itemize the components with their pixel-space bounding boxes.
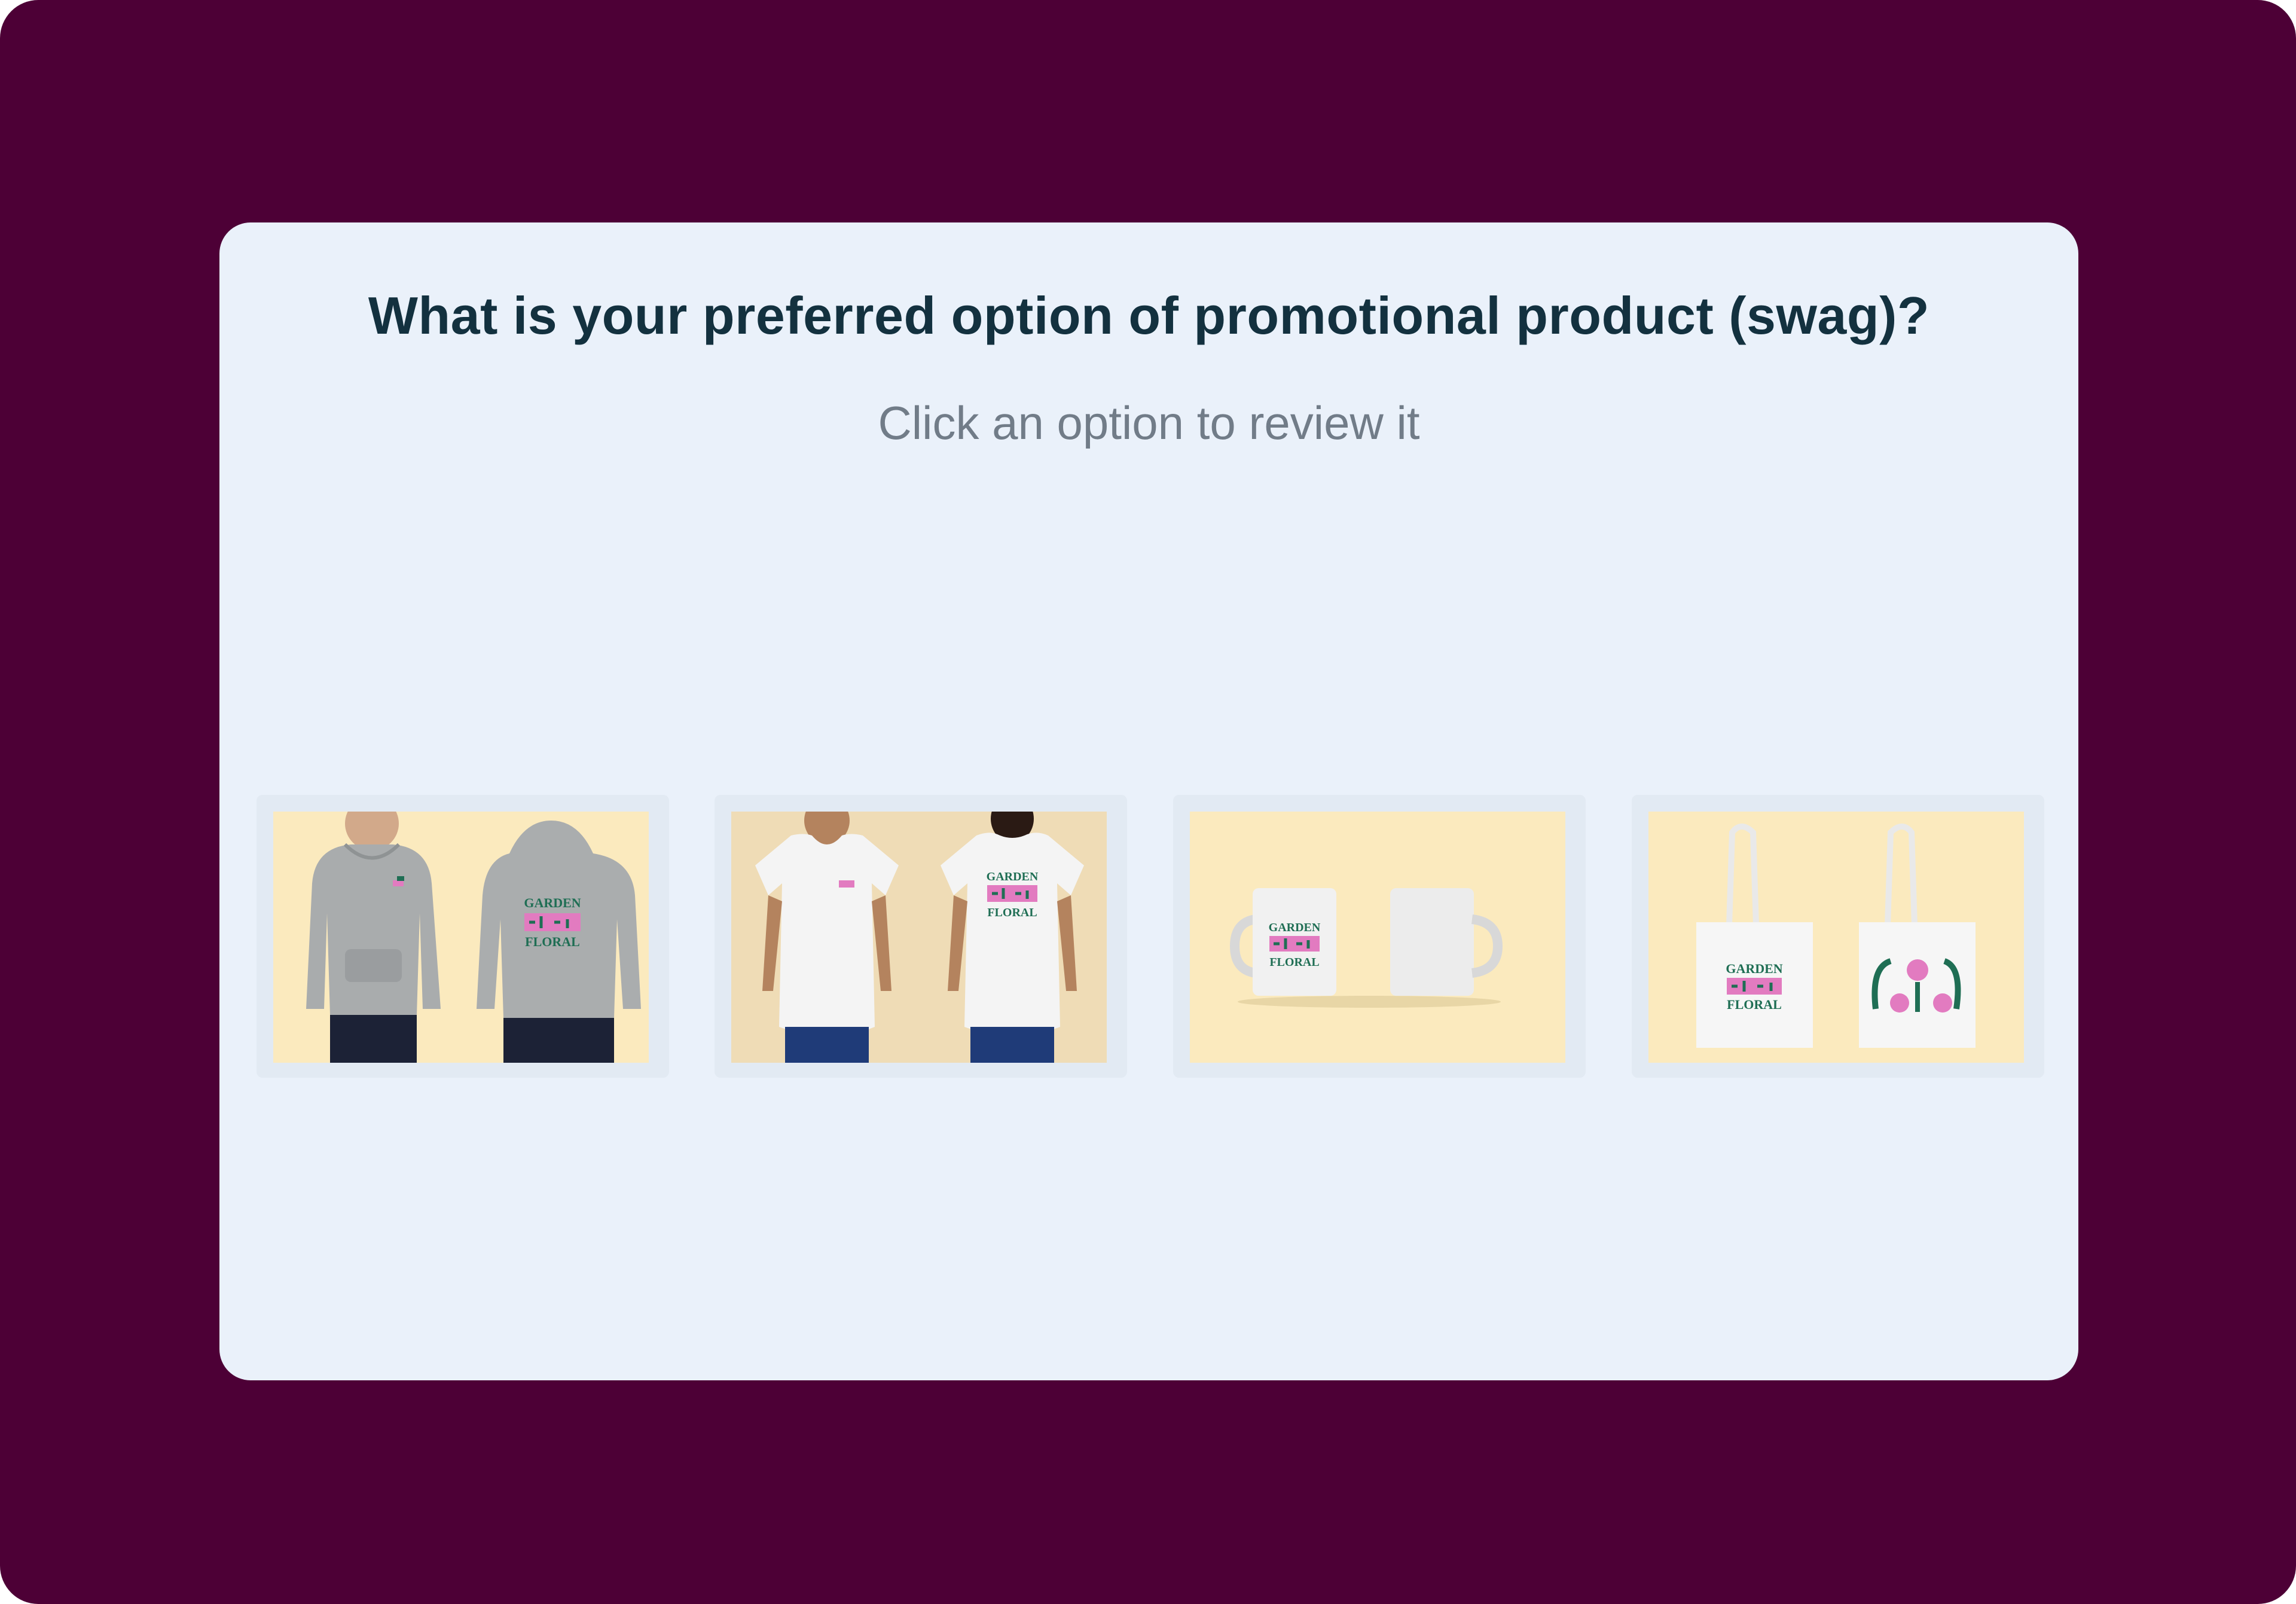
mug-image: GARDEN FLORAL [1190,812,1565,1063]
mug-illustration: GARDEN FLORAL [1190,812,1565,1063]
option-tshirt[interactable]: GARDEN FLORAL [715,795,1127,1078]
tote-bag-image: GARDEN FLORAL [1648,812,2024,1063]
tshirt-illustration: GARDEN FLORAL [731,812,1107,1063]
hoodie-image: GARDEN FLORAL [273,812,649,1063]
tshirt-logo-line2: FLORAL [987,906,1037,919]
mug-logo-line2: FLORAL [1269,956,1319,969]
tote-logo-line1: GARDEN [1726,961,1782,976]
option-tote-bag[interactable]: GARDEN FLORAL [1632,795,2044,1078]
tshirt-logo-line1: GARDEN [987,870,1039,883]
option-hoodie[interactable]: GARDEN FLORAL [257,795,669,1078]
hoodie-logo-line1: GARDEN [524,895,581,910]
hoodie-illustration: GARDEN FLORAL [273,812,649,1063]
tote-bag-illustration: GARDEN FLORAL [1648,812,2024,1063]
options-row: GARDEN FLORAL GARDEN FLORAL GARDEN FLORA… [219,222,2078,1380]
tote-logo-line2: FLORAL [1727,997,1782,1012]
mug-logo-line1: GARDEN [1269,921,1321,934]
option-mug[interactable]: GARDEN FLORAL [1173,795,1586,1078]
survey-card: What is your preferred option of promoti… [219,222,2078,1380]
hoodie-logo-line2: FLORAL [525,934,580,949]
app-frame: What is your preferred option of promoti… [0,0,2296,1604]
tshirt-image: GARDEN FLORAL [731,812,1107,1063]
